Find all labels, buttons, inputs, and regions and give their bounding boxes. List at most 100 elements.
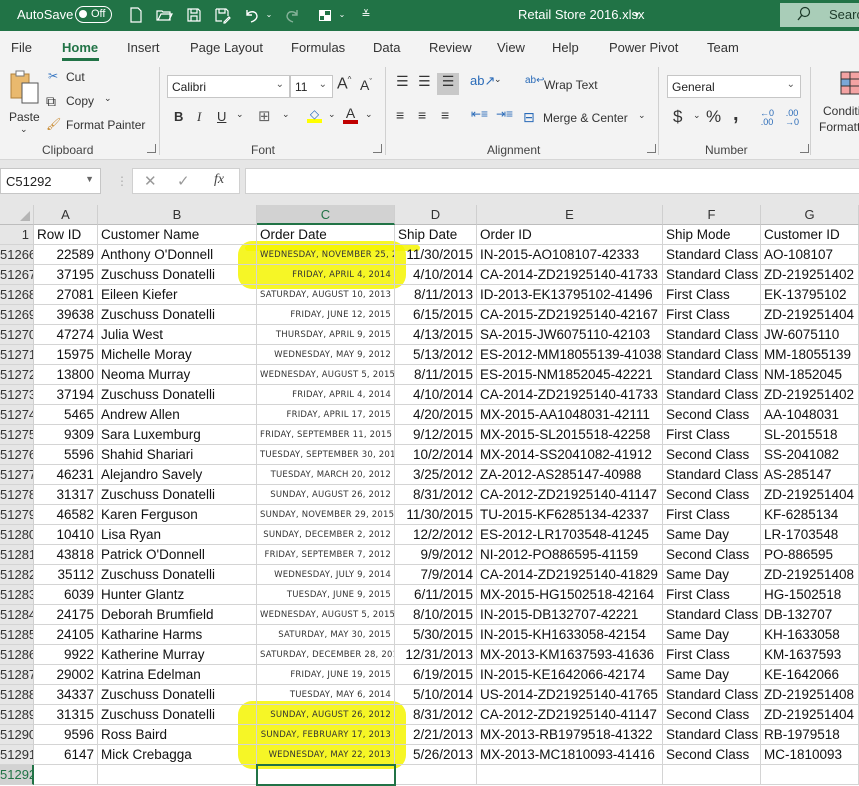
row-header[interactable]: 51275: [0, 425, 34, 445]
save-icon[interactable]: [185, 6, 203, 24]
cell-row-id[interactable]: 10410: [34, 525, 98, 545]
cell-row-id[interactable]: 39638: [34, 305, 98, 325]
cell-customer-id[interactable]: SL-2015518: [761, 425, 859, 445]
autosave-toggle[interactable]: Off: [75, 6, 112, 23]
cell-ship-mode[interactable]: Standard Class: [663, 385, 761, 405]
cell-order-date[interactable]: Wednesday, July 9, 2014: [257, 565, 395, 585]
cell-row-id[interactable]: [34, 765, 98, 785]
tab-view[interactable]: View: [497, 40, 525, 55]
tab-help[interactable]: Help: [552, 40, 579, 55]
currency-button[interactable]: $: [673, 107, 682, 127]
cell-order-id[interactable]: Order ID: [477, 225, 663, 245]
cell-order-date[interactable]: Tuesday, September 30, 2014: [257, 445, 395, 465]
cell-customer[interactable]: Alejandro Savely: [98, 465, 257, 485]
cell-order-date[interactable]: Friday, April 17, 2015: [257, 405, 395, 425]
cell-customer[interactable]: Neoma Murray: [98, 365, 257, 385]
cell-row-id[interactable]: 9922: [34, 645, 98, 665]
cell-order-date[interactable]: Friday, April 4, 2014: [257, 265, 395, 285]
cell-order-date[interactable]: Saturday, May 30, 2015: [257, 625, 395, 645]
cell-order-id[interactable]: MX-2013-RB1979518-41322: [477, 725, 663, 745]
cell-order-date[interactable]: Friday, June 19, 2015: [257, 665, 395, 685]
cell-ship-mode[interactable]: Second Class: [663, 485, 761, 505]
merge-dropdown-icon[interactable]: ⌄: [638, 110, 646, 121]
column-header-d[interactable]: D: [395, 205, 477, 225]
clipboard-launcher-icon[interactable]: [147, 144, 156, 153]
cell-ship-date[interactable]: 11/30/2015: [395, 245, 477, 265]
cell-order-id[interactable]: MX-2014-SS2041082-41912: [477, 445, 663, 465]
column-header-c[interactable]: C: [257, 205, 395, 225]
row-header[interactable]: 51288: [0, 685, 34, 705]
cell-ship-mode[interactable]: Standard Class: [663, 685, 761, 705]
wrap-text-button[interactable]: ab↩ Wrap Text: [525, 75, 605, 95]
row-header[interactable]: 51292: [0, 765, 34, 785]
cut-button[interactable]: ✂ Cut: [48, 69, 98, 87]
cell-order-date[interactable]: Tuesday, March 20, 2012: [257, 465, 395, 485]
cell-row-id[interactable]: 5465: [34, 405, 98, 425]
cell-customer-id[interactable]: MC-1810093: [761, 745, 859, 765]
decrease-decimal-icon[interactable]: .00 →0: [785, 109, 799, 127]
cell-order-id[interactable]: IN-2015-DB132707-42221: [477, 605, 663, 625]
row-header[interactable]: 51277: [0, 465, 34, 485]
cell-ship-date[interactable]: 8/11/2015: [395, 365, 477, 385]
row-header[interactable]: 51266: [0, 245, 34, 265]
tab-insert[interactable]: Insert: [127, 40, 160, 55]
cell-customer[interactable]: Zuschuss Donatelli: [98, 305, 257, 325]
cell-ship-mode[interactable]: Same Day: [663, 665, 761, 685]
cell-order-date[interactable]: Wednesday, August 5, 2015: [257, 605, 395, 625]
font-color-icon[interactable]: A: [343, 106, 358, 124]
cell-row-id[interactable]: 37194: [34, 385, 98, 405]
cell-row-id[interactable]: 22589: [34, 245, 98, 265]
bold-button[interactable]: B: [174, 109, 183, 124]
row-header[interactable]: 51273: [0, 385, 34, 405]
fill-color-icon[interactable]: ◇: [307, 107, 322, 123]
name-box[interactable]: C51292 ▼: [0, 168, 101, 194]
cell-order-date[interactable]: Friday, April 4, 2014: [257, 385, 395, 405]
middle-align-icon[interactable]: ☰: [418, 73, 431, 90]
cell-order-date[interactable]: Wednesday, August 5, 2015: [257, 365, 395, 385]
underline-button[interactable]: U: [217, 109, 226, 124]
cell-order-date[interactable]: Sunday, August 26, 2012: [257, 705, 395, 725]
font-color-dropdown-icon[interactable]: ⌄: [365, 109, 373, 120]
cell-customer-id[interactable]: AO-108107: [761, 245, 859, 265]
align-right-icon[interactable]: ≡: [441, 107, 449, 123]
cell-customer[interactable]: Customer Name: [98, 225, 257, 245]
worksheet-grid[interactable]: A B C D E F G 1 Row ID Customer Name Order Date Shi…: [0, 205, 859, 786]
cell-ship-mode[interactable]: First Class: [663, 425, 761, 445]
cell-customer[interactable]: Deborah Brumfield: [98, 605, 257, 625]
cell-customer[interactable]: Katrina Edelman: [98, 665, 257, 685]
cell-row-id[interactable]: 9309: [34, 425, 98, 445]
cell-ship-mode[interactable]: Same Day: [663, 525, 761, 545]
cell-ship-mode[interactable]: Standard Class: [663, 365, 761, 385]
cell-ship-mode[interactable]: Ship Mode: [663, 225, 761, 245]
column-header-f[interactable]: F: [663, 205, 761, 225]
row-header[interactable]: 51269: [0, 305, 34, 325]
cell-row-id[interactable]: 47274: [34, 325, 98, 345]
row-header[interactable]: 51283: [0, 585, 34, 605]
top-align-icon[interactable]: ☰: [396, 73, 409, 90]
cell-row-id[interactable]: 46231: [34, 465, 98, 485]
cell-ship-date[interactable]: 10/2/2014: [395, 445, 477, 465]
cell-order-id[interactable]: ES-2012-LR1703548-41245: [477, 525, 663, 545]
cell-ship-mode[interactable]: Standard Class: [663, 465, 761, 485]
decrease-font-size-icon[interactable]: Aˇ: [360, 77, 372, 93]
cell-customer[interactable]: Sara Luxemburg: [98, 425, 257, 445]
cell-ship-mode[interactable]: Second Class: [663, 705, 761, 725]
column-header-e[interactable]: E: [477, 205, 663, 225]
cell-customer-id[interactable]: MM-18055139: [761, 345, 859, 365]
bottom-align-icon[interactable]: ☰: [437, 73, 459, 95]
cell-ship-date[interactable]: 5/26/2013: [395, 745, 477, 765]
cell-ship-date[interactable]: 6/19/2015: [395, 665, 477, 685]
cell-ship-mode[interactable]: Standard Class: [663, 265, 761, 285]
row-header[interactable]: 51270: [0, 325, 34, 345]
row-header[interactable]: 51280: [0, 525, 34, 545]
cell-customer[interactable]: Katherine Murray: [98, 645, 257, 665]
cell-ship-mode[interactable]: Standard Class: [663, 725, 761, 745]
cell-row-id[interactable]: 29002: [34, 665, 98, 685]
cell-order-id[interactable]: CA-2014-ZD21925140-41733: [477, 265, 663, 285]
cell-customer-id[interactable]: RB-1979518: [761, 725, 859, 745]
cell-order-id[interactable]: IN-2015-KH1633058-42154: [477, 625, 663, 645]
tab-review[interactable]: Review: [429, 40, 472, 55]
cell-ship-mode[interactable]: First Class: [663, 305, 761, 325]
cell-row-id[interactable]: 5596: [34, 445, 98, 465]
cell-order-date[interactable]: Wednesday, May 22, 2013: [257, 745, 395, 765]
